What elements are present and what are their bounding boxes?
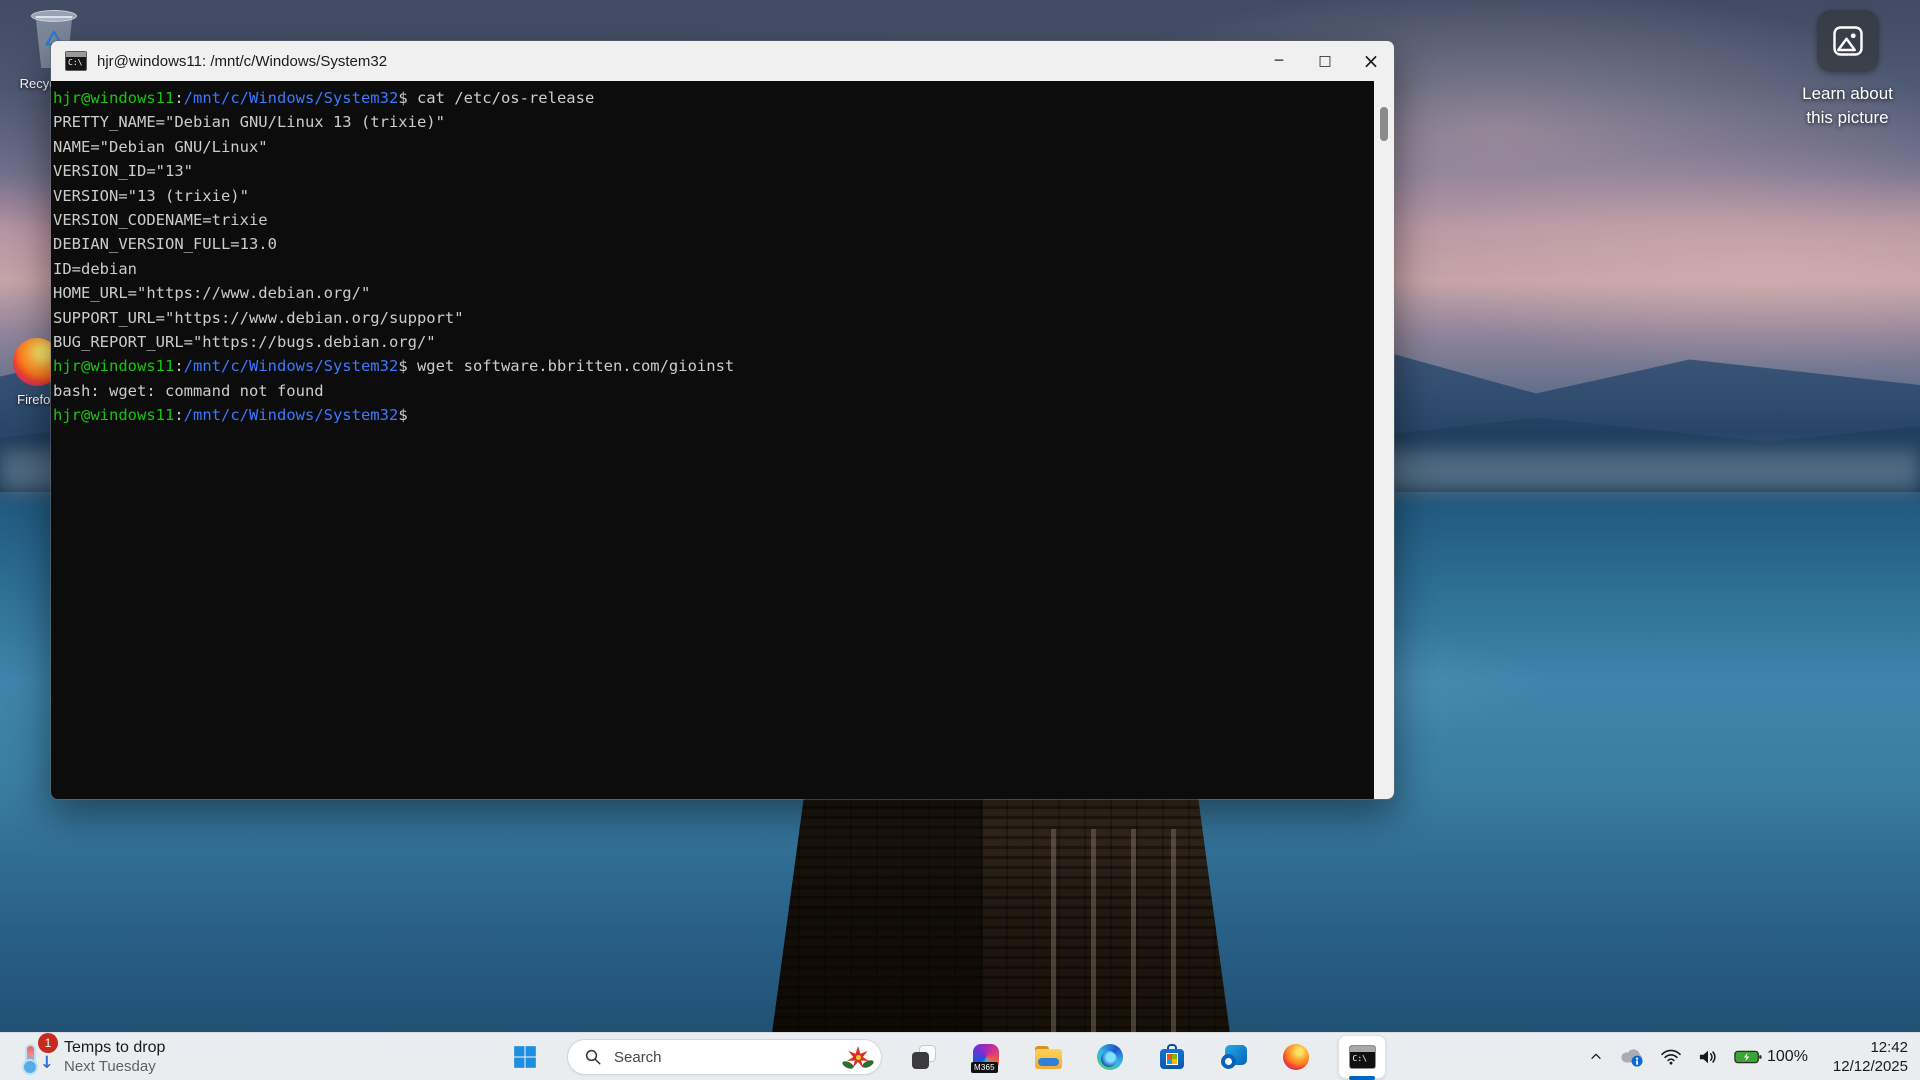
taskbar: ↓ 1 Temps to drop Next Tuesday [0, 1032, 1920, 1080]
learn-label-line2: this picture [1802, 106, 1893, 130]
minimize-button[interactable]: ─ [1256, 41, 1302, 81]
volume-icon[interactable] [1697, 1048, 1719, 1066]
search-icon [584, 1048, 602, 1066]
terminal-button-active[interactable]: C:\ [1338, 1035, 1386, 1079]
maximize-button[interactable]: □ [1302, 41, 1348, 81]
terminal-line: VERSION_ID="13" [53, 159, 1372, 183]
window-title: hjr@windows11: /mnt/c/Windows/System32 [97, 53, 1256, 70]
scrollbar-thumb[interactable] [1380, 107, 1388, 141]
terminal-line: ID=debian [53, 257, 1372, 281]
battery-status[interactable]: 100% [1734, 1048, 1808, 1066]
outlook-button[interactable] [1214, 1037, 1254, 1077]
microsoft-store-icon [1159, 1044, 1185, 1070]
m365-badge: M365 [971, 1062, 998, 1073]
windows-logo-icon [512, 1044, 538, 1070]
edge-button[interactable] [1090, 1037, 1130, 1077]
terminal-line: PRETTY_NAME="Debian GNU/Linux 13 (trixie… [53, 110, 1372, 134]
file-explorer-button[interactable] [1028, 1037, 1068, 1077]
terminal-output[interactable]: hjr@windows11:/mnt/c/Windows/System32$ c… [53, 86, 1372, 800]
weather-headline: Temps to drop [64, 1039, 165, 1057]
battery-icon [1734, 1048, 1762, 1066]
tray-chevron-up-icon[interactable] [1588, 1049, 1604, 1065]
weather-text: Temps to drop Next Tuesday [64, 1039, 165, 1075]
terminal-scrollbar[interactable] [1374, 81, 1394, 800]
outlook-icon [1221, 1045, 1247, 1069]
system-tray: 100% 12:42 12/12/2025 [1588, 1033, 1908, 1080]
task-view-icon [912, 1045, 936, 1069]
terminal-line: hjr@windows11:/mnt/c/Windows/System32$ c… [53, 86, 1372, 110]
battery-percentage: 100% [1767, 1048, 1808, 1066]
notification-badge: 1 [38, 1033, 58, 1053]
terminal-icon: C:\ [1349, 1045, 1376, 1069]
tray-date: 12/12/2025 [1833, 1057, 1908, 1076]
task-view-button[interactable] [904, 1037, 944, 1077]
window-titlebar[interactable]: C:\ hjr@windows11: /mnt/c/Windows/System… [51, 41, 1394, 81]
edge-icon [1097, 1044, 1123, 1070]
file-explorer-icon [1035, 1046, 1062, 1069]
m365-copilot-icon: M365 [973, 1044, 999, 1070]
learn-about-picture-label: Learn about this picture [1802, 82, 1893, 130]
picture-icon [1817, 10, 1879, 72]
terminal-line: HOME_URL="https://www.debian.org/" [53, 281, 1372, 305]
terminal-line: NAME="Debian GNU/Linux" [53, 135, 1372, 159]
terminal-line: bash: wget: command not found [53, 379, 1372, 403]
terminal-app-icon: C:\ [65, 51, 87, 71]
learn-about-picture-widget[interactable]: Learn about this picture [1790, 10, 1905, 130]
terminal-line: BUG_REPORT_URL="https://bugs.debian.org/… [53, 330, 1372, 354]
search-input[interactable]: Search [567, 1039, 882, 1075]
clock[interactable]: 12:42 12/12/2025 [1833, 1038, 1908, 1076]
terminal-window: C:\ hjr@windows11: /mnt/c/Windows/System… [50, 40, 1395, 800]
start-button[interactable] [505, 1037, 545, 1077]
desktop: Recycle Bin Firefox Learn about this pic… [0, 0, 1920, 1080]
search-placeholder: Search [614, 1049, 831, 1066]
running-app-indicator [1349, 1076, 1375, 1080]
learn-label-line1: Learn about [1802, 82, 1893, 106]
m365-copilot-button[interactable]: M365 [966, 1037, 1006, 1077]
wifi-icon[interactable] [1660, 1048, 1682, 1066]
weather-subline: Next Tuesday [64, 1058, 165, 1075]
close-button[interactable]: × [1348, 41, 1394, 81]
terminal-line: DEBIAN_VERSION_FULL=13.0 [53, 232, 1372, 256]
terminal-body[interactable]: hjr@windows11:/mnt/c/Windows/System32$ c… [51, 81, 1394, 800]
microsoft-store-button[interactable] [1152, 1037, 1192, 1077]
weather-widget[interactable]: ↓ 1 Temps to drop Next Tuesday [6, 1033, 175, 1080]
taskbar-center: Search M365 [505, 1033, 1386, 1080]
temp-down-arrow-icon: ↓ [40, 1053, 54, 1073]
terminal-line: VERSION_CODENAME=trixie [53, 208, 1372, 232]
tray-time: 12:42 [1833, 1038, 1908, 1057]
poinsettia-icon [843, 1042, 873, 1072]
thermometer-icon: ↓ 1 [16, 1037, 56, 1077]
terminal-line: hjr@windows11:/mnt/c/Windows/System32$ [53, 403, 1372, 427]
terminal-line: VERSION="13 (trixie)" [53, 184, 1372, 208]
wooden-pier [772, 796, 1230, 1034]
window-controls: ─ □ × [1256, 41, 1394, 81]
onedrive-icon[interactable] [1619, 1046, 1645, 1068]
firefox-button[interactable] [1276, 1037, 1316, 1077]
terminal-line: SUPPORT_URL="https://www.debian.org/supp… [53, 306, 1372, 330]
firefox-icon [1283, 1044, 1309, 1070]
terminal-line: hjr@windows11:/mnt/c/Windows/System32$ w… [53, 354, 1372, 378]
